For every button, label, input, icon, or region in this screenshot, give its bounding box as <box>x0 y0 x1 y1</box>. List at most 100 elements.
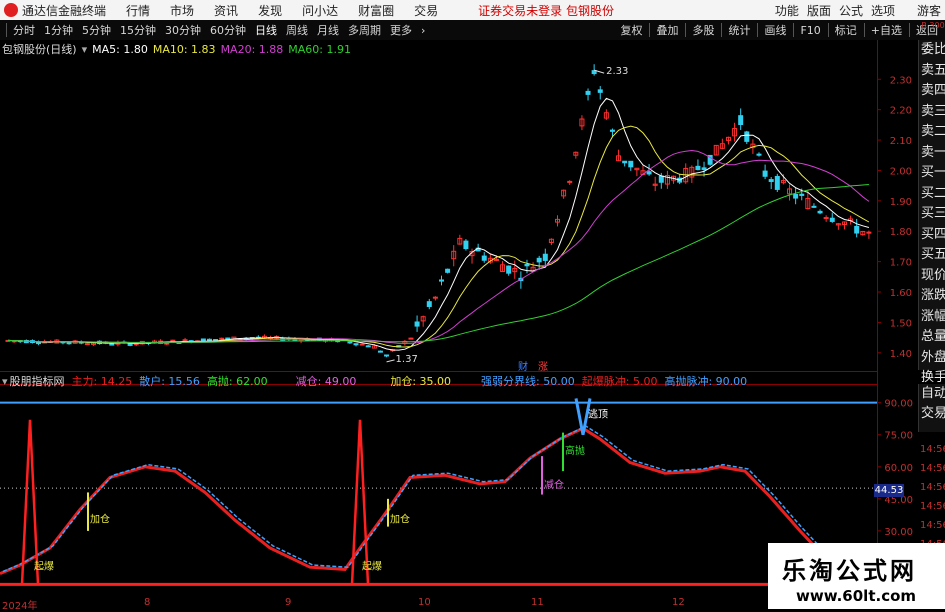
quote-field: 买五 <box>921 247 945 262</box>
add-label: 加仓 <box>390 512 410 525</box>
quote-field: 委比 <box>921 42 945 57</box>
indicator-axis-label: 30.00 <box>884 527 913 538</box>
main-chart-legend: 包钢股份(日线) ▾ MA5: 1.80 MA10: 1.83 MA20: 1.… <box>2 41 356 57</box>
candle-body <box>66 342 72 345</box>
indicator-legend: ▾ 股朋指标网 主力: 14.25 散户: 15.56 高抛: 62.00 减仓… <box>2 373 754 389</box>
ma60-line <box>7 184 869 343</box>
auto-label[interactable]: 自动 <box>919 384 945 404</box>
candle-body <box>439 279 444 282</box>
price-axis-label: 1.80 <box>890 227 912 238</box>
candle-body <box>744 131 750 142</box>
candle-body <box>353 343 359 346</box>
quote-field: 现价 <box>921 267 945 283</box>
indicator-value-boundary: 强弱分界线: 50.00 <box>481 375 575 388</box>
candle-body <box>854 225 860 234</box>
indicator-value-main: 主力: 14.25 <box>71 375 133 388</box>
price-axis-label: 1.40 <box>890 349 912 360</box>
candle-body <box>658 175 664 183</box>
candle-body <box>768 179 774 182</box>
candle-body <box>774 175 780 190</box>
quote-field: 卖五 <box>921 62 945 78</box>
indicator-value-sell-pulse: 高抛脉冲: 90.00 <box>664 375 748 388</box>
retail-line <box>2 425 881 590</box>
ma20-line <box>7 149 870 344</box>
candle-body <box>384 354 390 357</box>
quote-panel: 委比卖五卖四卖三卖二卖一买一买二买三买四买五现价涨跌涨幅总量外盘换手净资收益 <box>918 40 945 426</box>
price-axis-label: 1.60 <box>890 288 912 299</box>
quote-field: 涨幅 <box>921 308 945 324</box>
price-axis-label: 1.70 <box>890 258 912 269</box>
quote-field: 买三 <box>921 206 945 221</box>
ma20-label: MA20: 1.88 <box>220 42 284 56</box>
add-label: 加仓 <box>90 512 110 525</box>
ma5-line <box>7 97 870 351</box>
panel-divider <box>0 371 877 372</box>
candle-body <box>799 193 805 196</box>
candle-body <box>414 321 420 327</box>
date-label: 8 <box>144 597 151 608</box>
indicator-menu-icon[interactable]: ▾ <box>2 375 8 388</box>
quote-field: 买四 <box>921 226 945 242</box>
time-tag: 14:56 <box>920 463 945 474</box>
candle-body <box>84 343 90 346</box>
low-label: 1.37 <box>396 354 418 365</box>
candle-body <box>481 255 487 261</box>
indicator-axis-label: 60.00 <box>884 463 913 474</box>
candle-body <box>506 265 512 274</box>
candle-body <box>829 217 835 222</box>
candle-body <box>213 339 219 342</box>
candle-body <box>536 257 542 263</box>
ma60-label: MA60: 1.91 <box>288 42 351 56</box>
quote-field: 卖一 <box>921 144 945 160</box>
quote-field: 总量 <box>921 329 945 344</box>
indicator-value-sell: 高抛: 62.00 <box>206 375 268 388</box>
chart-canvas[interactable]: 2.30 2.20 2.10 2.00 1.90 1.80 1.70 1.60 1.50 1.40… <box>0 0 945 609</box>
chevron-down-icon[interactable]: ▾ <box>82 43 88 56</box>
candle-body <box>866 231 872 234</box>
trade-label[interactable]: 交易 <box>919 404 945 424</box>
candle-body <box>622 160 628 164</box>
time-tag: 14:56 <box>920 482 945 493</box>
candle-body <box>408 337 414 340</box>
candle-body <box>109 343 115 346</box>
watermark-url: www.60lt.com <box>796 587 917 605</box>
candle-body <box>823 217 829 220</box>
high-label: 2.33 <box>606 66 628 77</box>
candle-body <box>170 339 176 342</box>
stock-label[interactable]: 包钢股份(日线) <box>2 41 77 57</box>
price-axis-label: 2.10 <box>890 136 912 147</box>
ma10-line <box>7 125 870 348</box>
top-escape-label: 逃顶 <box>588 408 608 421</box>
candle-body <box>359 343 365 346</box>
quote-field: 买一 <box>921 165 945 180</box>
quote-field: 买二 <box>921 185 945 201</box>
candle-body <box>585 90 591 95</box>
burst-spike-2 <box>350 419 370 585</box>
candle-body <box>695 165 701 171</box>
time-tag: 14:56 <box>920 501 945 512</box>
auto-trade-panel[interactable]: 自动 交易 <box>918 384 945 432</box>
sell-label: 高抛 <box>565 444 585 457</box>
date-label: 11 <box>531 597 544 608</box>
date-label: 2024年 <box>2 601 38 612</box>
time-tag: 14:56 <box>920 444 945 455</box>
candle-body <box>426 301 432 307</box>
candle-body <box>817 210 823 214</box>
candle-body <box>793 193 799 199</box>
date-axis: 2024年 8 9 10 11 12 <box>0 597 877 612</box>
burst-label: 起爆 <box>362 560 382 572</box>
candle-body <box>225 337 231 340</box>
candle-body <box>701 167 707 171</box>
candle-body <box>542 253 548 261</box>
low-marker <box>386 359 395 363</box>
candle-body <box>628 160 634 168</box>
candle-body <box>524 263 530 267</box>
candle-body <box>756 153 762 156</box>
indicator-name[interactable]: 股朋指标网 <box>10 373 65 389</box>
candle-body <box>609 129 615 132</box>
quote-field: 卖三 <box>921 103 945 119</box>
quote-field: 涨跌 <box>921 288 945 303</box>
candle-body <box>738 115 744 126</box>
main-force-line <box>0 426 878 593</box>
date-label: 9 <box>285 597 292 608</box>
